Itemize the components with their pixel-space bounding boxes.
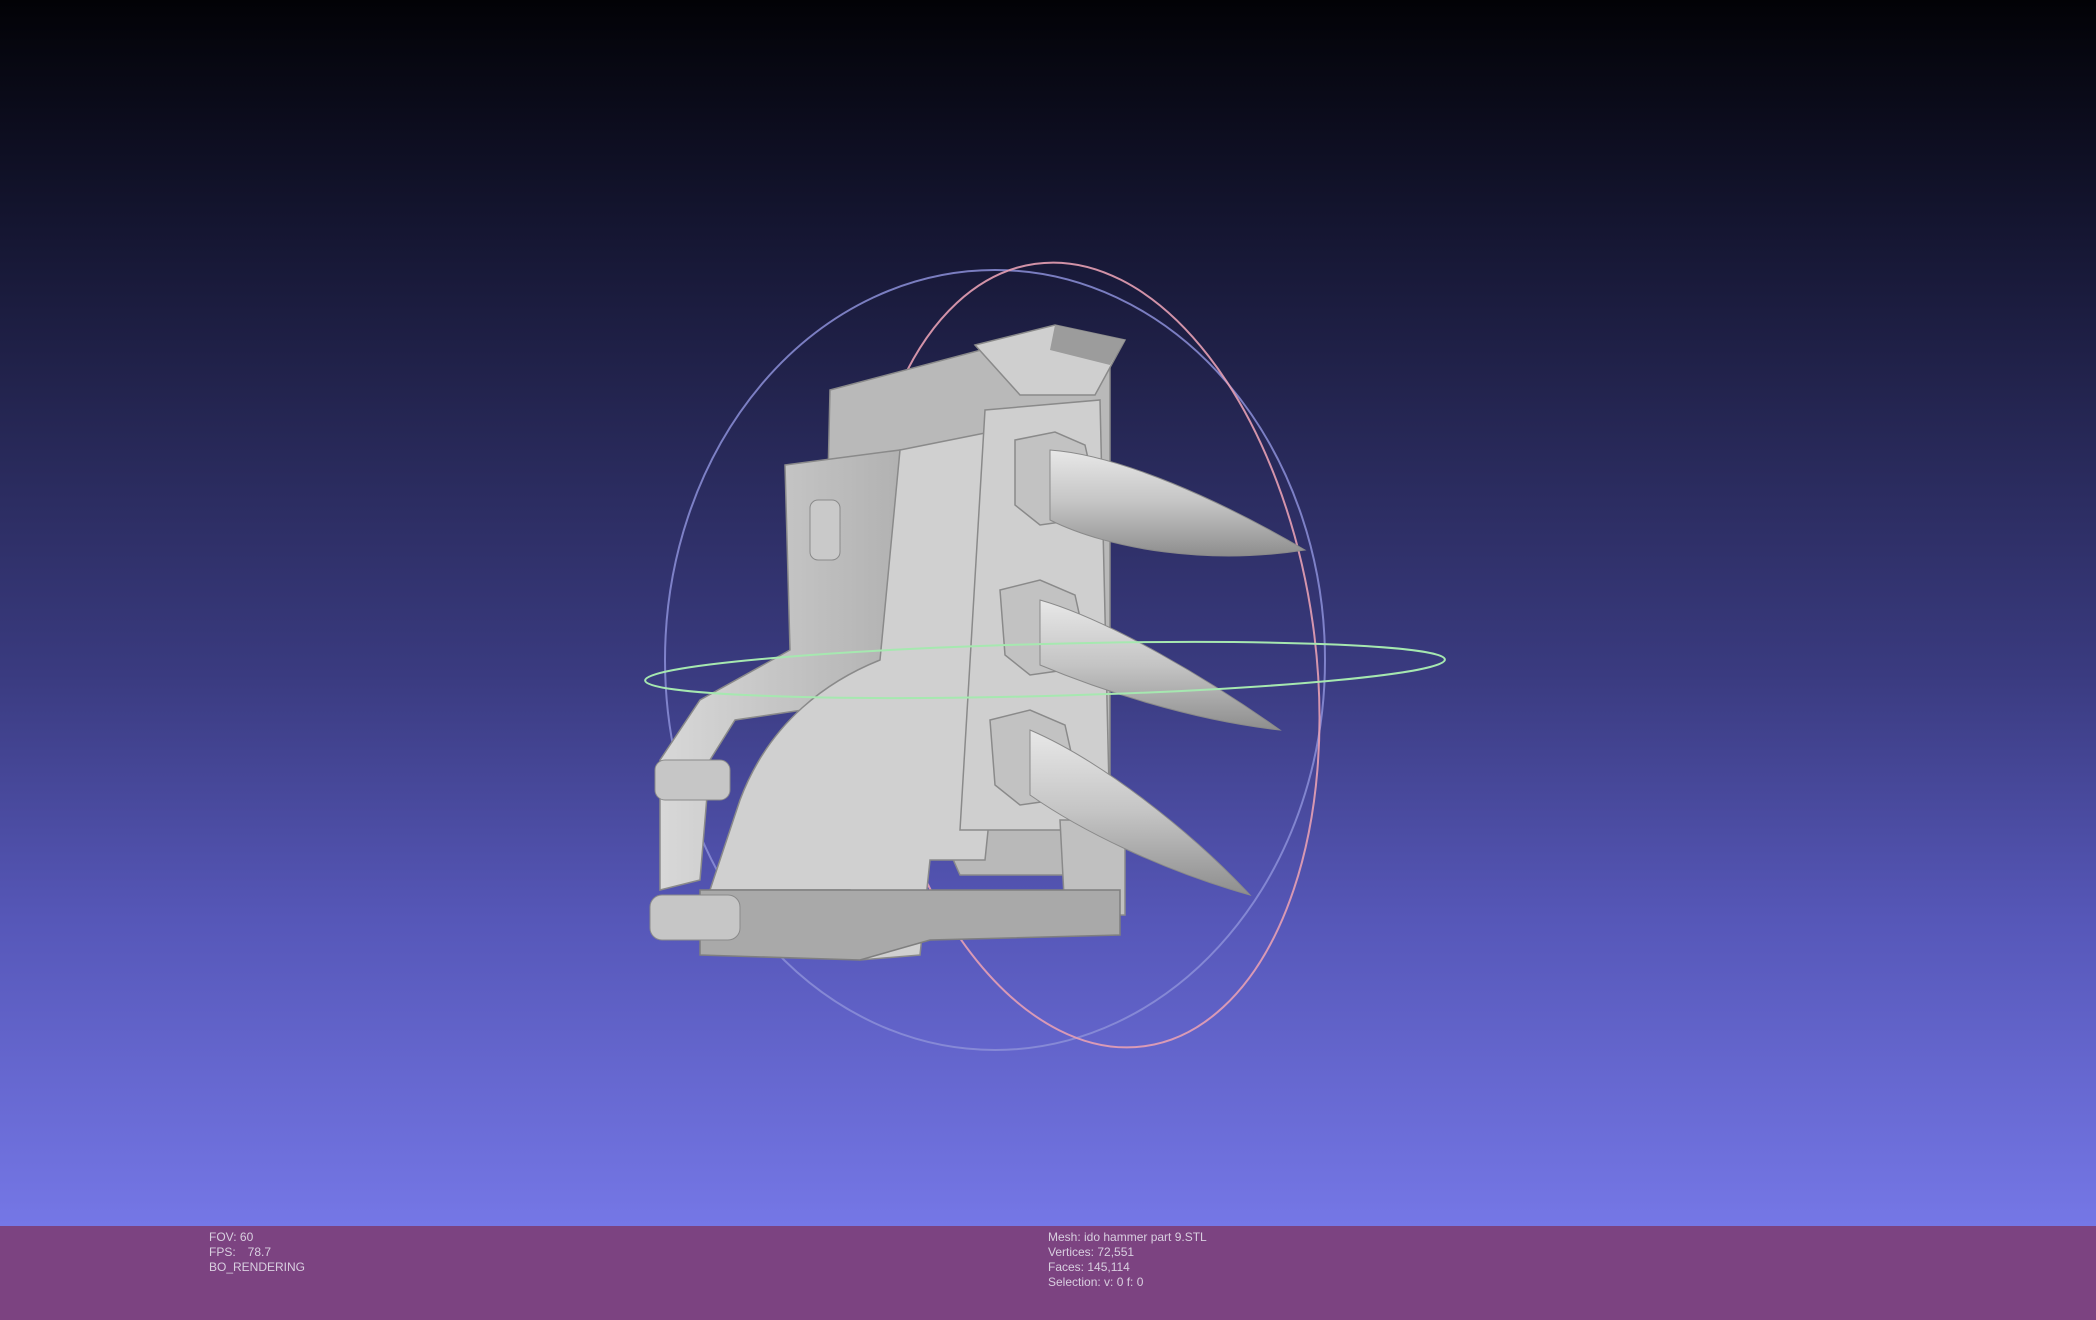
selection-info: Selection: v: 0 f: 0 <box>1048 1275 1144 1289</box>
render-info: FOV: 60 FPS: 78.7 BO_RENDERING <box>209 1230 305 1275</box>
fps-readout: FPS: 78.7 <box>209 1245 305 1260</box>
fps-value: 78.7 <box>247 1245 272 1259</box>
status-bar: FOV: 60 FPS: 78.7 BO_RENDERING Mesh: ido … <box>0 1226 2096 1320</box>
3d-viewport[interactable] <box>0 0 2096 1226</box>
vertex-count: Vertices: 72,551 <box>1048 1245 1135 1259</box>
mesh-name: Mesh: ido hammer part 9.STL <box>1048 1230 1207 1244</box>
mesh-info: Mesh: ido hammer part 9.STL Vertices: 72… <box>1048 1230 1207 1290</box>
model-scene[interactable] <box>0 0 2096 1226</box>
render-mode: BO_RENDERING <box>209 1260 306 1274</box>
fov-readout: FOV: 60 <box>209 1230 254 1244</box>
face-count: Faces: 145,114 <box>1048 1260 1130 1274</box>
fps-label: FPS: <box>209 1245 236 1259</box>
